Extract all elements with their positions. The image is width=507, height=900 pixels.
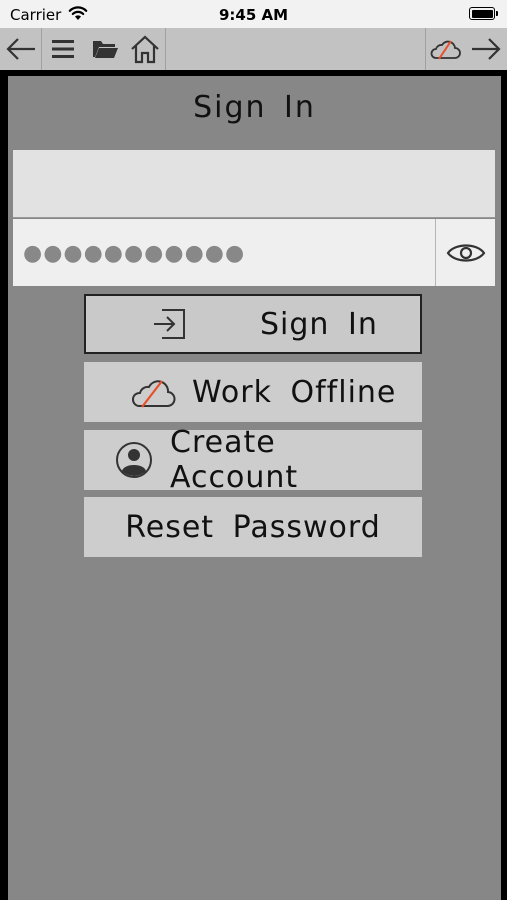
cloud-offline-icon <box>430 40 461 60</box>
sign-in-icon <box>150 306 190 342</box>
sign-in-panel: Sign In ●●●●●●●●●●● Sign In Work Offline… <box>8 76 501 900</box>
work-offline-button[interactable]: Work Offline <box>84 362 422 422</box>
work-offline-label: Work Offline <box>192 374 397 410</box>
folder-button[interactable] <box>88 28 122 70</box>
password-mask: ●●●●●●●●●●● <box>23 241 246 266</box>
home-button[interactable] <box>126 28 164 70</box>
reset-password-label: Reset Password <box>125 509 381 545</box>
home-icon <box>131 35 159 64</box>
folder-icon <box>93 41 118 58</box>
show-password-button[interactable] <box>435 219 495 286</box>
arrow-left-icon <box>6 38 35 60</box>
eye-icon <box>446 243 485 262</box>
reset-password-button[interactable]: Reset Password <box>84 497 422 557</box>
password-field[interactable]: ●●●●●●●●●●● <box>13 219 495 286</box>
status-bar: Carrier 9:45 AM <box>0 0 507 28</box>
offline-status-button[interactable] <box>427 28 463 70</box>
cloud-offline-icon <box>128 374 178 410</box>
create-account-button[interactable]: Create Account <box>84 425 422 495</box>
right-border <box>501 70 507 900</box>
left-border <box>0 70 8 900</box>
arrow-right-icon <box>472 38 501 60</box>
menu-button[interactable] <box>46 28 80 70</box>
forward-button[interactable] <box>468 28 504 70</box>
create-account-label: Create Account <box>170 425 299 495</box>
sign-in-label: Sign In <box>260 306 378 342</box>
toolbar <box>0 28 507 70</box>
battery-icon <box>469 7 498 20</box>
back-button[interactable] <box>2 28 40 70</box>
menu-icon <box>52 40 74 58</box>
sign-in-button[interactable]: Sign In <box>84 294 422 354</box>
user-icon <box>114 440 154 480</box>
status-time: 9:45 AM <box>218 6 289 24</box>
page-title: Sign In <box>193 90 316 125</box>
username-field[interactable] <box>13 150 495 218</box>
